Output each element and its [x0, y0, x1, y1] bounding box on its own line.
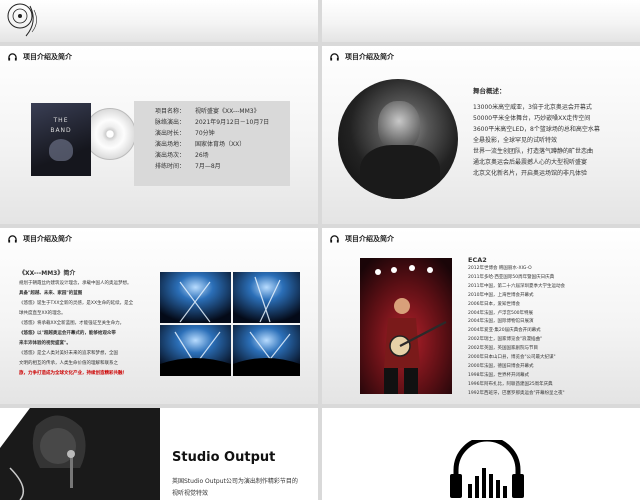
stage-overview-line: 世界一流生创团队，打造落气蹲静的旷世恋曲 [473, 148, 594, 155]
eca2-event-line: 2000年日本山口县，博览会"公司最大纪谋" [468, 355, 556, 361]
studio-output-title: Studio Output [172, 450, 276, 465]
album-cover-image: THE BAND [31, 103, 91, 176]
eca2-event-line: 2011年中国，第二十六届深圳夏季大学生运动会 [468, 283, 565, 289]
headphones-icon [8, 235, 17, 243]
stage-overview-line: 北京文化新名片，开启奥运场馆的非凡体验 [473, 170, 588, 177]
info-row: 脉络演出： 2021年9月12日－10月7日 [155, 119, 270, 126]
eca2-event-line: 1992年西班牙，巴塞罗那奥运会"开幕纷呈之夜" [468, 390, 565, 396]
slide-header: 项目介绍及简介 [8, 52, 72, 62]
intro-line: 规划于朝霞丝约建筑设计理念，承载中国人的奥运梦想。 [19, 281, 132, 286]
eca2-event-line: 2011年多哈·西亚国际50周年暨国庆日庆典 [468, 274, 555, 280]
eca2-event-line: 2012年世博会 韩国丽水-XIG-O [468, 266, 532, 271]
stage-overview-line: 13000米高空威亚，3倍于北京奥运会开幕式 [473, 104, 592, 111]
intro-line: 《悠悠》将承载XX全新蓝图，才能强证至关生命力。 [19, 321, 125, 326]
slide-thumbnail-7[interactable]: Studio Output 英国Studio Output公司为演出制作精彩节目… [0, 408, 318, 500]
stage-overview-list: 13000米高空威亚，3倍于北京奥运会开幕式 50000平米全体舞台，巧妙嵌嗓X… [473, 102, 600, 179]
intro-line: 《悠悠》以"超越奥运会开幕式的，能够给观众带 [19, 331, 116, 336]
stage-overview-title: 舞台概述： [473, 87, 506, 95]
slide-thumbnail-1[interactable] [0, 0, 318, 42]
slide-thumbnail-2[interactable] [322, 0, 640, 42]
eca2-event-line: 2010年中国，上海世博会开幕式 [468, 292, 534, 298]
intro-body: 规划于朝霞丝约建筑设计理念，承载中国人的奥运梦想。 具备"超越、未来、家园"的蓝… [19, 279, 159, 379]
vinyl-record-icon [7, 3, 37, 37]
info-row: 演出时长： 70分钟 [155, 130, 215, 137]
album-title-line2: BAND [50, 127, 72, 134]
intro-line: 球共度直至XX的理念。 [19, 311, 66, 316]
slide-header-title: 项目介绍及简介 [23, 53, 72, 61]
info-row: 演出场地： 国家体育场（XX） [155, 141, 246, 148]
intro-title: 《XX---MM3》简介 [19, 270, 76, 277]
slide-header: 项目介绍及简介 [330, 52, 394, 62]
intro-line: 《悠悠》诞生于TXX全新的灵感，是XX生命的延续，是全 [19, 301, 134, 306]
headphones-equalizer-icon [450, 440, 524, 498]
headphones-icon [330, 53, 339, 61]
slide-thumbnail-4[interactable]: 项目介绍及简介 舞台概述： 13000米高空威亚，3倍于北京奥运会开幕式 500… [322, 46, 640, 224]
eca2-event-line: 2002年英国，英国国家剧院与节目 [468, 346, 538, 352]
eca2-event-line: 1998年法国，世界杯开闭幕式 [468, 372, 529, 378]
slide-thumbnail-8[interactable] [322, 408, 640, 500]
info-row: 演出场次： 26场 [155, 152, 209, 159]
slide-header-title: 项目介绍及简介 [345, 53, 394, 61]
stage-overview-line: 3600平米高空LED，8个篮球场的总和高空水幕 [473, 126, 600, 133]
eca2-event-line: 2000年法国，德国日博会开幕式 [468, 363, 534, 369]
slide-thumbnail-3[interactable]: 项目介绍及简介 THE BAND 项目名称： 视听盛宴《XX---MM3》 脉络演… [0, 46, 318, 224]
concert-photo-grid [160, 272, 300, 376]
slide-header-title: 项目介绍及简介 [345, 235, 394, 243]
headphones-icon [330, 235, 339, 243]
slide-thumbnail-5[interactable]: 项目介绍及简介 《XX---MM3》简介 规划于朝霞丝约建筑设计理念，承载中国人… [0, 228, 318, 404]
slide-header: 项目介绍及简介 [330, 234, 394, 244]
slide-thumbnail-6[interactable]: 项目介绍及简介 ECA2 2012年世博会 韩国丽水-XIG-O 2011年多哈… [322, 228, 640, 404]
info-row: 项目名称： 视听盛宴《XX---MM3》 [155, 108, 260, 115]
singer-circle-photo [338, 79, 458, 199]
eca2-event-line: 1996年阿布扎比，阿联酋建国25周年庆典 [468, 381, 553, 387]
album-title-line1: THE [53, 117, 69, 124]
headphones-icon [8, 53, 17, 61]
singer-portrait-photo [0, 408, 160, 500]
stage-overview-line: 通北京奥运会后最震撼人心的大型视听盛宴 [473, 159, 588, 166]
studio-output-line: 视听视觉特效 [172, 490, 209, 497]
info-row: 排练时间： 7月—8月 [155, 163, 221, 170]
eca2-event-line: 2006年日本，爱知世博会 [468, 301, 520, 307]
intro-line: 旅，力争打造成为全球文化产业，持续创造精彩共融！ [19, 371, 127, 376]
intro-line: 具备"超越、未来、家园"的蓝图 [19, 291, 83, 296]
guitarist-photo [360, 258, 452, 394]
eca2-event-line: 2004年爱亚·集20届庆典会开闭幕式 [468, 328, 541, 334]
studio-output-line: 英国Studio Output公司为演出制作精彩节目的 [172, 478, 298, 485]
intro-line: 文明的相互的传承，人类生命价值的理解和联系之 [19, 361, 118, 366]
intro-line: 《悠悠》是全人类对美好未来的追求和梦想，全国 [19, 351, 118, 356]
project-info-box: 项目名称： 视听盛宴《XX---MM3》 脉络演出： 2021年9月12日－10月7… [134, 101, 290, 186]
stage-overview-line: 50000平米全体舞台，巧妙嵌嗓XX走传空间 [473, 115, 591, 122]
eca2-event-line: 2004年法国，卢浮宫500年特展 [468, 310, 534, 316]
eca2-event-list: 2012年世博会 韩国丽水-XIG-O 2011年多哈·西亚国际50周年暨国庆日… [468, 265, 565, 399]
stage-overview-line: 全悬投影，全球罕见的试听特效 [473, 137, 558, 144]
cd-disc-image [84, 108, 136, 160]
project-info-list: 项目名称： 视听盛宴《XX---MM3》 脉络演出： 2021年9月12日－10月7… [155, 106, 269, 172]
slide-header-title: 项目介绍及简介 [23, 235, 72, 243]
studio-output-description: 英国Studio Output公司为演出制作精彩节目的 视听视觉特效 [172, 476, 298, 500]
intro-line: 来丰沛体验的视觉盛宴"。 [19, 341, 71, 346]
eca2-event-line: 2004年法国，国际博物馆日展演 [468, 319, 534, 325]
slide-header: 项目介绍及简介 [8, 234, 72, 244]
eca2-event-line: 2002年瑞士，国家博览会"浪漫插曲" [468, 337, 543, 343]
